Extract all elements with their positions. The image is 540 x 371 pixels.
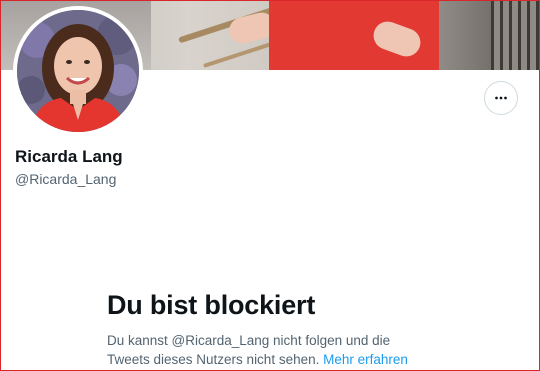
profile-display-name: Ricarda Lang bbox=[15, 147, 123, 166]
banner-stairs bbox=[491, 1, 539, 70]
more-horizontal-icon bbox=[495, 96, 507, 100]
blocked-message: Du kannst @Ricarda_Lang nicht folgen und… bbox=[107, 331, 437, 369]
profile-page: Ricarda Lang @Ricarda_Lang Du bist block… bbox=[0, 0, 540, 371]
avatar[interactable] bbox=[13, 6, 143, 136]
blocked-message-line1: Du kannst @Ricarda_Lang nicht folgen und… bbox=[107, 333, 391, 348]
avatar-photo bbox=[17, 10, 139, 132]
blocked-message-line2: Tweets dieses Nutzers nicht sehen. bbox=[107, 352, 320, 367]
profile-handle: @Ricarda_Lang bbox=[15, 171, 117, 187]
learn-more-link[interactable]: Mehr erfahren bbox=[323, 352, 408, 367]
blocked-title: Du bist blockiert bbox=[107, 290, 316, 320]
more-options-button[interactable] bbox=[484, 81, 518, 115]
